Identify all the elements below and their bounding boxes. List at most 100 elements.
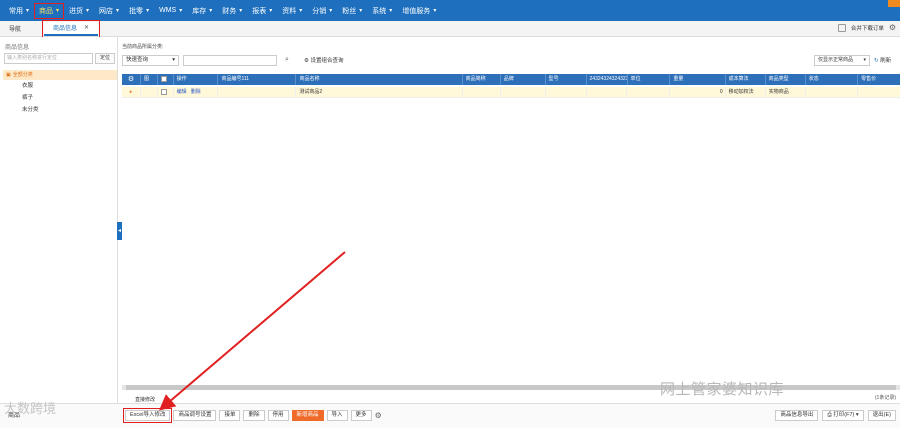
- excel-import-edit-button[interactable]: Excel导入修改: [122, 408, 173, 423]
- quick-query-select[interactable]: 快速查询 ▾: [122, 55, 179, 66]
- row-model-cell: [546, 87, 587, 97]
- select-all-checkbox[interactable]: [161, 75, 168, 82]
- folder-icon: ▣: [6, 72, 11, 78]
- tab-goods-info[interactable]: 商品信息 ✕: [42, 19, 101, 38]
- menu-inventory-label: 库存: [192, 7, 207, 15]
- menu-fans[interactable]: 粉丝 ▾: [337, 3, 367, 19]
- menu-goods[interactable]: 商品 ▾: [34, 2, 65, 19]
- row-status-cell: [806, 87, 859, 97]
- column-header-model[interactable]: 型号: [546, 74, 587, 85]
- tab-navigation[interactable]: 导航: [0, 22, 30, 36]
- chevron-down-icon: ▾: [299, 8, 303, 14]
- menu-value-added-label: 增值服务: [402, 7, 431, 15]
- column-header-brand[interactable]: 品牌: [501, 74, 546, 85]
- batch-edit-link[interactable]: 直接修改: [135, 396, 155, 403]
- menu-shop[interactable]: 网店 ▾: [94, 3, 124, 19]
- gear-icon: ⚙: [304, 58, 309, 64]
- delete-link[interactable]: 删除: [191, 89, 201, 95]
- column-settings[interactable]: ⚙: [122, 74, 142, 85]
- menu-inventory[interactable]: 库存 ▾: [187, 3, 217, 19]
- search-icon[interactable]: ⌕: [285, 56, 289, 64]
- sidebar-title: 商品信息: [5, 45, 30, 51]
- tabbar-right-tools: 合并下载订单 ⚙: [837, 23, 896, 32]
- receive-order-button[interactable]: 接单: [219, 410, 241, 421]
- tree-item-clothes[interactable]: 衣服: [3, 80, 117, 92]
- chevron-down-icon: ▾: [389, 8, 393, 14]
- column-header-type[interactable]: 商品类型: [766, 74, 806, 85]
- refresh-label: 刷新: [880, 58, 892, 64]
- exit-button[interactable]: 退出(E): [867, 410, 896, 421]
- row-checkbox[interactable]: [161, 88, 168, 95]
- tree-item-all[interactable]: ▣ 全部分类: [3, 70, 117, 80]
- menu-common[interactable]: 常用 ▾: [4, 3, 34, 19]
- menu-system[interactable]: 系统 ▾: [367, 3, 397, 19]
- menu-finance[interactable]: 财务 ▾: [217, 3, 247, 19]
- chevron-down-icon: ▾: [329, 8, 333, 14]
- column-header-image: 图: [141, 74, 159, 85]
- column-header-actions: 操作: [174, 74, 219, 85]
- tab-bar: 导航 商品信息 ✕ 合并下载订单 ⚙: [0, 19, 900, 38]
- export-button[interactable]: 商品信息导出: [775, 410, 819, 421]
- column-header-unit[interactable]: 单位: [628, 74, 671, 85]
- code-settings-button[interactable]: 商品调号设置: [173, 410, 217, 421]
- bottom-toolbar: 商品 Excel导入修改 商品调号设置 接单 删除 停用 新增商品 导入 更多 …: [0, 403, 900, 428]
- menu-wms[interactable]: WMS ▾: [154, 3, 187, 19]
- column-header-retail-price[interactable]: 零售价: [858, 74, 900, 85]
- menu-retail[interactable]: 批零 ▾: [124, 3, 154, 19]
- column-header-select[interactable]: [158, 74, 174, 85]
- column-header-status[interactable]: 状态: [806, 74, 859, 85]
- menu-value-added[interactable]: 增值服务 ▾: [397, 3, 441, 19]
- print-button[interactable]: ⎙ 打印(F7) ▾: [822, 410, 864, 421]
- edit-link[interactable]: 编辑: [177, 89, 187, 95]
- refresh-button[interactable]: ↻ 刷新: [874, 56, 891, 64]
- column-header-cost-method[interactable]: 成本算法: [726, 74, 766, 85]
- printer-icon: ⎙: [827, 412, 832, 418]
- chevron-down-icon: ▾: [86, 8, 90, 14]
- menu-data[interactable]: 资料 ▾: [277, 3, 307, 19]
- chevron-down-icon: ▾: [146, 8, 150, 14]
- locate-button[interactable]: 定位: [95, 53, 115, 64]
- tab-goods-info-label: 商品信息: [53, 26, 78, 32]
- caret-right-icon: ▸: [129, 89, 133, 95]
- category-sidebar: 商品信息 输入类别名称进行定位 定位 ▣ 全部分类 衣服 裤子 未分类: [0, 37, 118, 407]
- menu-data-label: 资料: [282, 7, 297, 15]
- tree-item-pants[interactable]: 裤子: [3, 92, 117, 104]
- menu-purchase[interactable]: 进货 ▾: [64, 3, 94, 19]
- column-header-short-name[interactable]: 商品简称: [463, 74, 501, 85]
- row-select-cell: [158, 87, 174, 97]
- chevron-down-icon: ▾: [239, 8, 243, 14]
- column-header-weight[interactable]: 重量: [670, 74, 726, 85]
- row-indicator: ▸: [122, 87, 142, 97]
- combo-query-button[interactable]: ⚙ 设置组合查询: [304, 56, 343, 64]
- more-button[interactable]: 更多: [350, 410, 372, 421]
- current-category-label: 当前商品所属分类:: [122, 44, 164, 50]
- search-input[interactable]: [183, 55, 277, 66]
- chevron-down-icon: ▾: [172, 57, 175, 63]
- add-goods-button[interactable]: 新增商品: [291, 410, 324, 421]
- column-header-code[interactable]: 商品编号111: [218, 74, 297, 85]
- column-header-name[interactable]: 商品名称: [296, 74, 463, 85]
- download-icon[interactable]: [837, 23, 846, 32]
- column-header-custom[interactable]: 24324324324323: [587, 74, 628, 85]
- close-icon[interactable]: ✕: [84, 24, 89, 31]
- menu-distribution[interactable]: 分销 ▾: [307, 3, 337, 19]
- delete-button[interactable]: 删除: [243, 410, 265, 421]
- disable-button[interactable]: 停用: [267, 410, 289, 421]
- sidebar-collapse-handle[interactable]: ◂: [117, 222, 122, 240]
- row-unit-cell: [627, 87, 671, 97]
- row-custom-cell: [587, 87, 628, 97]
- tree-item-all-label: 全部分类: [12, 72, 33, 78]
- grid-header: ⚙ 图 操作 商品编号111 商品名称 商品简称 品牌 型号 243243243…: [122, 74, 900, 85]
- status-filter-select[interactable]: 仅显示正常商品 ▾: [814, 55, 870, 66]
- tree-item-uncategorized[interactable]: 未分类: [3, 104, 117, 116]
- row-name-cell: 测试商品2: [296, 87, 463, 97]
- table-row[interactable]: ▸ 编辑 删除 测试商品2 0 移动加权法 实物商品: [122, 87, 900, 98]
- gear-icon[interactable]: ⚙: [889, 23, 896, 32]
- gear-icon[interactable]: ⚙: [375, 411, 382, 420]
- import-button[interactable]: 导入: [326, 410, 348, 421]
- category-search-input[interactable]: 输入类别名称进行定位: [4, 53, 93, 64]
- menu-finance-label: 财务: [222, 7, 237, 15]
- chevron-down-icon: ▾: [56, 8, 60, 14]
- merge-download-orders-button[interactable]: 合并下载订单: [851, 24, 884, 32]
- menu-reports[interactable]: 报表 ▾: [247, 3, 277, 19]
